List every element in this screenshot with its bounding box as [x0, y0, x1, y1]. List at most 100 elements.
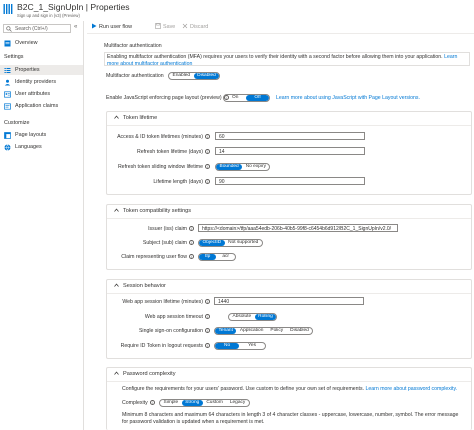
- user-flow-claim-toggle[interactable]: tfp acr: [198, 252, 237, 261]
- info-icon: i: [205, 299, 210, 304]
- save-icon: [155, 23, 161, 29]
- info-icon: i: [189, 254, 194, 259]
- info-icon: i: [205, 314, 210, 319]
- mfa-label: Multifactor authentication: [106, 73, 164, 79]
- web-session-timeout-text: Web app session timeout: [144, 314, 203, 320]
- sso-option-application[interactable]: Application: [236, 328, 266, 334]
- info-icon: i: [205, 343, 210, 348]
- sso-config-text: Single sign-on configuration: [138, 328, 203, 334]
- sidebar-item-application-claims[interactable]: Application claims: [0, 101, 83, 111]
- complexity-option-simple[interactable]: Simple: [160, 400, 182, 406]
- info-icon: i: [205, 328, 210, 333]
- subject-claim-toggle[interactable]: ObjectID Not supported: [198, 238, 263, 247]
- password-complexity-header[interactable]: Password complexity: [114, 371, 176, 378]
- mfa-notice: Enabling multifactor authentication (MFA…: [104, 52, 470, 67]
- sidebar-item-languages[interactable]: Languages: [0, 142, 83, 152]
- blade-header: B2C_1_SignUpIn | Properties Sign up and …: [0, 0, 474, 21]
- complexity-option-strong[interactable]: Strong: [181, 399, 203, 406]
- discard-button[interactable]: Discard: [182, 23, 208, 31]
- sidebar-item-page-layouts[interactable]: Page layouts: [0, 130, 83, 140]
- page-title: B2C_1_SignUpIn | Properties: [17, 2, 130, 12]
- web-session-timeout-toggle[interactable]: Absolute Rolling: [228, 312, 278, 321]
- sso-config-toggle[interactable]: Tenant Application Policy Disabled: [214, 326, 314, 335]
- chevron-up-icon: [114, 115, 119, 119]
- sidebar: Search (Ctrl+/) « Overview Settings Prop…: [0, 21, 84, 430]
- run-user-flow-button[interactable]: Run user flow: [91, 23, 132, 31]
- token-lifetime-title: Token lifetime: [123, 115, 158, 121]
- claim-option-tfp[interactable]: tfp: [199, 253, 217, 260]
- info-icon: i: [189, 240, 194, 245]
- user-flow-icon: [3, 4, 13, 14]
- js-learn-more-link[interactable]: Learn more about using JavaScript with P…: [276, 95, 420, 102]
- lifetime-length-input[interactable]: 90: [215, 177, 365, 185]
- subject-claim-label: Subject (sub) claim i: [143, 240, 194, 247]
- subject-option-not-supported[interactable]: Not supported: [225, 240, 262, 246]
- sidebar-item-properties[interactable]: Properties: [0, 65, 83, 75]
- sliding-window-toggle[interactable]: Bounded No expiry: [215, 162, 271, 171]
- sidebar-item-label: Languages: [15, 144, 42, 150]
- section-divider: [107, 218, 471, 219]
- token-lifetime-header[interactable]: Token lifetime: [114, 115, 157, 122]
- save-button[interactable]: Save: [155, 23, 175, 31]
- complexity-option-legacy[interactable]: Legacy: [226, 400, 248, 406]
- languages-icon: [4, 143, 11, 151]
- mfa-option-enabled[interactable]: Enabled: [169, 73, 194, 79]
- properties-icon: [4, 67, 11, 73]
- search-input[interactable]: Search (Ctrl+/): [3, 24, 71, 33]
- password-requirements-note: Minimum 8 characters and maximum 64 char…: [122, 412, 459, 425]
- sliding-window-text: Refresh token sliding window lifetime: [117, 164, 203, 170]
- sidebar-item-label: Overview: [15, 40, 38, 46]
- sso-option-disabled[interactable]: Disabled: [287, 328, 313, 334]
- sso-option-tenant[interactable]: Tenant: [215, 327, 237, 334]
- js-option-off[interactable]: Off: [246, 94, 269, 101]
- logout-id-token-label: Require ID Token in logout requests i: [121, 343, 210, 350]
- logout-id-token-toggle[interactable]: No Yes: [214, 341, 266, 350]
- password-learn-more-link[interactable]: Learn more about password complexity.: [366, 386, 458, 392]
- sidebar-item-user-attributes[interactable]: User attributes: [0, 89, 83, 99]
- run-user-flow-label: Run user flow: [99, 24, 132, 30]
- timeout-option-rolling[interactable]: Rolling: [254, 313, 277, 320]
- search-placeholder: Search (Ctrl+/): [15, 26, 48, 32]
- token-compatibility-title: Token compatibility settings: [123, 208, 192, 214]
- password-complexity-title: Password complexity: [123, 371, 176, 377]
- sidebar-item-label: Application claims: [15, 103, 59, 109]
- complexity-option-custom[interactable]: Custom: [203, 400, 227, 406]
- search-icon: [6, 26, 12, 32]
- info-icon: i: [149, 400, 155, 405]
- session-behavior-header[interactable]: Session behavior: [114, 283, 166, 290]
- identity-providers-icon: [4, 79, 11, 85]
- refresh-token-lifetime-text: Refresh token lifetime (days): [136, 149, 203, 155]
- sidebar-item-overview[interactable]: Overview: [0, 38, 83, 48]
- sso-option-policy[interactable]: Policy: [267, 328, 287, 334]
- subject-option-objectid[interactable]: ObjectID: [199, 239, 225, 246]
- mfa-toggle[interactable]: Enabled Disabled: [168, 71, 221, 80]
- timeout-option-absolute[interactable]: Absolute: [229, 314, 255, 320]
- toolbar-divider: [87, 33, 474, 34]
- logout-option-no[interactable]: No: [215, 342, 240, 349]
- sidebar-item-identity-providers[interactable]: Identity providers: [0, 77, 83, 87]
- refresh-token-lifetime-input[interactable]: 14: [215, 147, 365, 155]
- password-description: Configure the requirements for your user…: [122, 386, 457, 393]
- user-flow-claim-text: Claim representing user flow: [121, 254, 187, 260]
- collapse-sidebar-button[interactable]: «: [74, 24, 77, 32]
- logout-option-yes[interactable]: Yes: [239, 343, 265, 349]
- sliding-option-bounded[interactable]: Bounded: [216, 163, 243, 170]
- js-toggle[interactable]: On Off: [223, 93, 270, 102]
- access-token-lifetime-label: Access & ID token lifetimes (minutes) i: [117, 134, 210, 141]
- section-divider: [107, 381, 471, 382]
- overview-icon: [4, 40, 11, 46]
- access-token-lifetime-text: Access & ID token lifetimes (minutes): [117, 134, 203, 140]
- js-option-on[interactable]: On: [224, 95, 246, 101]
- sliding-option-no-expiry[interactable]: No expiry: [242, 164, 269, 170]
- play-icon: [92, 23, 97, 29]
- web-session-lifetime-text: Web app session lifetime (minutes): [122, 299, 203, 305]
- access-token-lifetime-input[interactable]: 60: [215, 132, 365, 140]
- mfa-option-disabled[interactable]: Disabled: [193, 72, 220, 79]
- issuer-claim-select[interactable]: https://<domain>/tfp/aaa54edb-206b-40b5-…: [198, 224, 398, 232]
- token-compatibility-header[interactable]: Token compatibility settings: [114, 208, 191, 215]
- claim-option-acr[interactable]: acr: [216, 254, 235, 260]
- sso-config-label: Single sign-on configuration i: [139, 328, 210, 335]
- complexity-toggle[interactable]: Simple Strong Custom Legacy: [159, 398, 250, 407]
- info-icon: i: [205, 134, 210, 139]
- web-session-lifetime-input[interactable]: 1440: [214, 297, 364, 305]
